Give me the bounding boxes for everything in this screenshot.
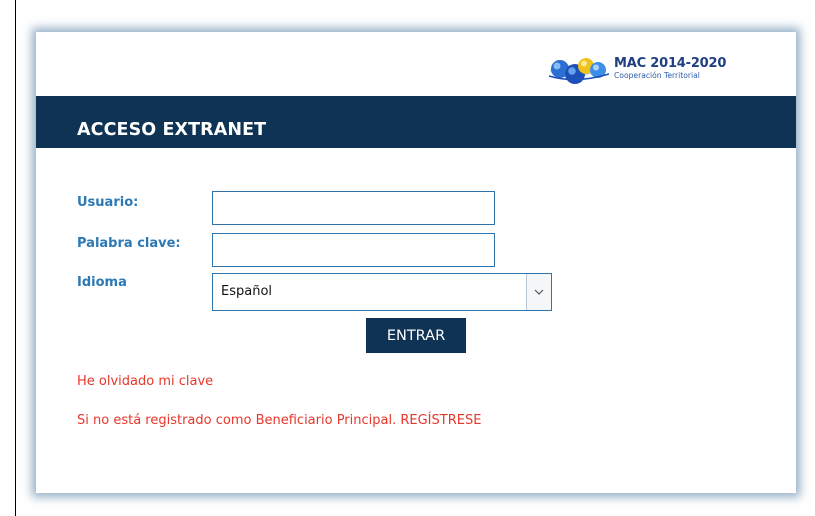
card-top-area: MAC 2014-2020 Cooperación Territorial (36, 32, 796, 96)
page-title: ACCESO EXTRANET (77, 120, 267, 140)
logo-title: MAC 2014-2020 (614, 56, 727, 71)
page: MAC 2014-2020 Cooperación Territorial AC… (0, 0, 815, 516)
logo-subtitle: Cooperación Territorial (614, 71, 700, 80)
forgot-password-link[interactable]: He olvidado mi clave (77, 374, 213, 389)
dropdown-button[interactable] (526, 274, 551, 310)
language-select[interactable]: Español (212, 273, 552, 311)
header-band: ACCESO EXTRANET (36, 96, 796, 148)
language-selected-value: Español (221, 284, 273, 299)
logo-text: MAC 2014-2020 Cooperación Territorial (614, 56, 727, 81)
mac-globes-logo-icon (548, 58, 610, 84)
password-label: Palabra clave: (77, 236, 181, 251)
password-input[interactable] (212, 233, 495, 267)
username-input[interactable] (212, 191, 495, 225)
language-label: Idioma (77, 275, 127, 290)
login-submit-button[interactable]: ENTRAR (366, 318, 466, 353)
mac-logo: MAC 2014-2020 Cooperación Territorial (546, 54, 726, 86)
login-card: MAC 2014-2020 Cooperación Territorial AC… (36, 32, 796, 493)
left-border-line (15, 0, 16, 516)
username-label: Usuario: (77, 195, 139, 210)
chevron-down-icon (534, 289, 544, 295)
register-link[interactable]: Si no está registrado como Beneficiario … (77, 413, 481, 428)
